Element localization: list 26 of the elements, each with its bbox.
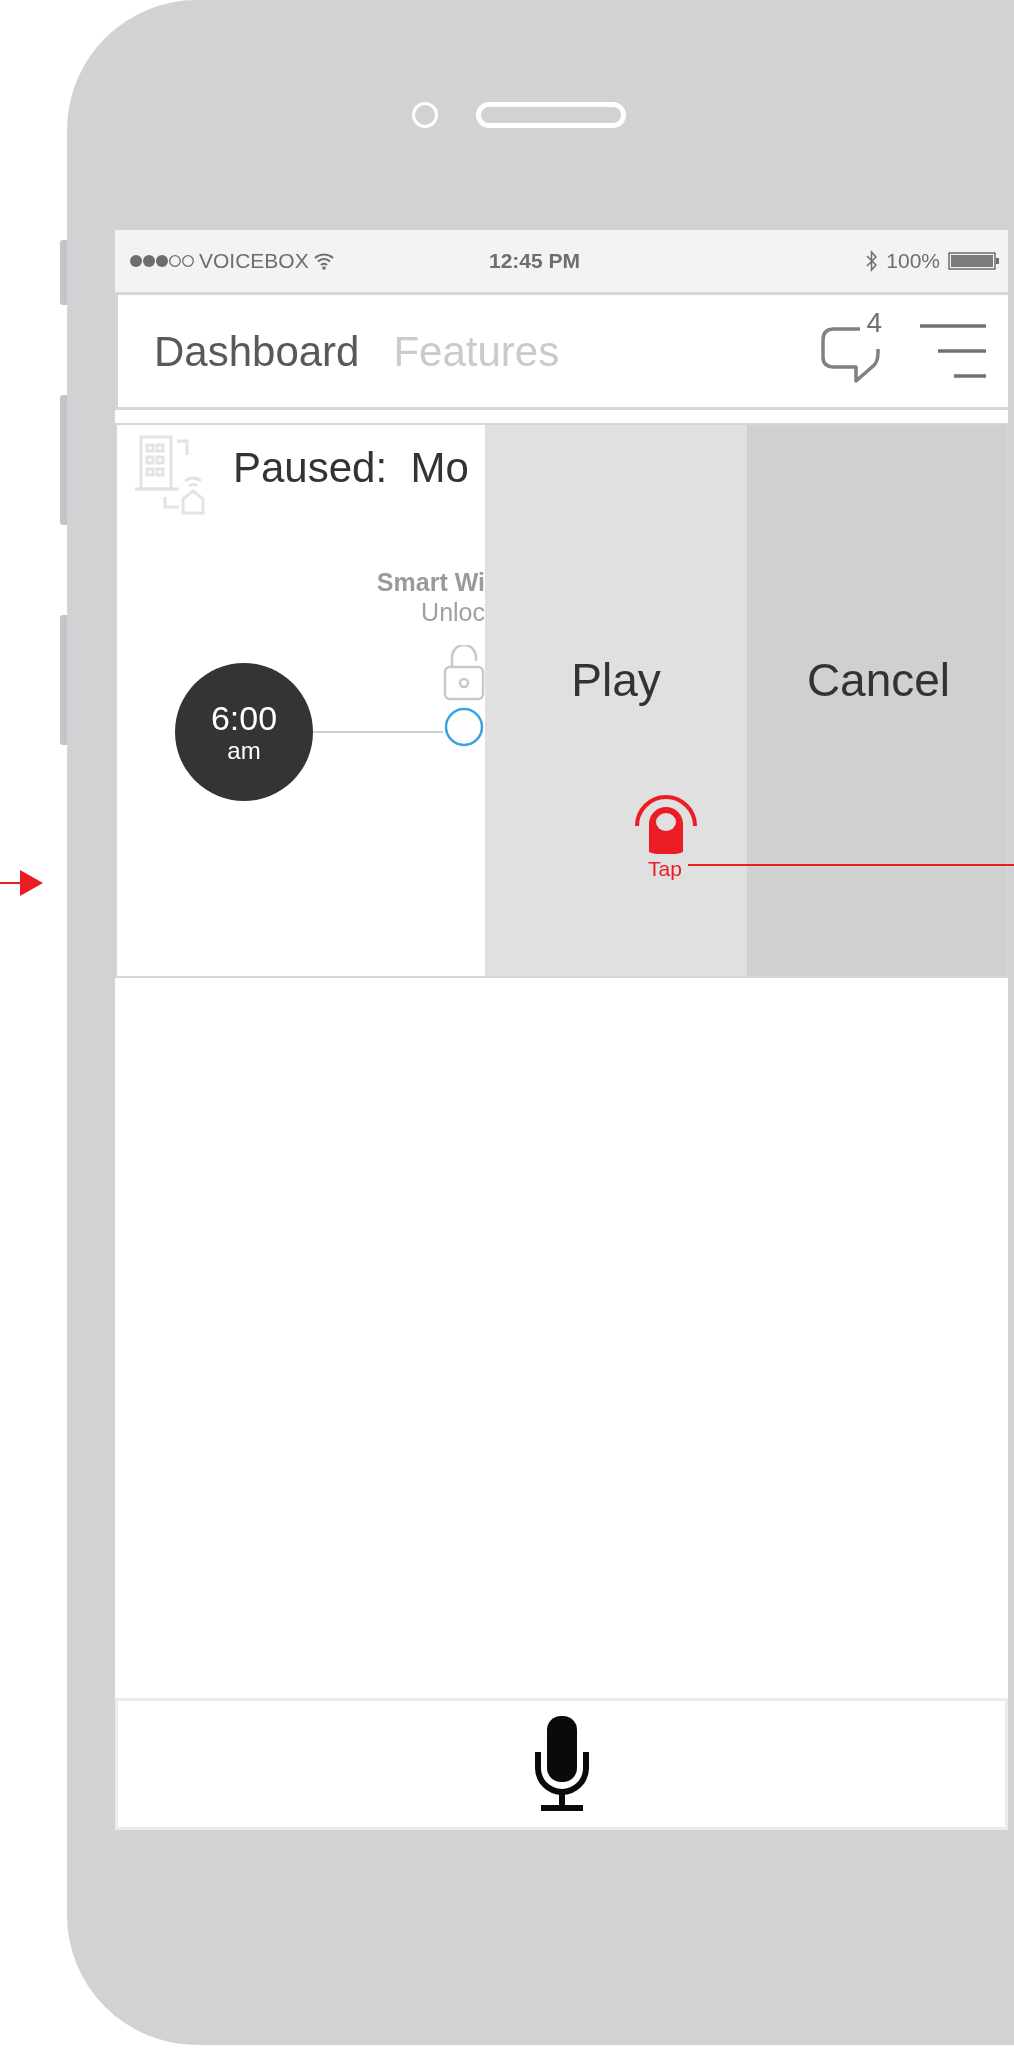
speaker-icon <box>476 102 626 128</box>
tab[interactable]: Dashboard <box>154 319 360 383</box>
menu-button[interactable] <box>918 323 988 379</box>
wifi-icon <box>312 252 335 270</box>
bluetooth-icon <box>866 250 879 272</box>
tap-gesture-icon <box>634 794 698 854</box>
notifications-button[interactable]: 4 <box>820 309 882 393</box>
battery-percent: 100% <box>886 248 940 275</box>
step-action: Unloc <box>421 597 485 627</box>
period-text: am <box>227 739 261 763</box>
status-time: 12:45 PM <box>489 248 581 275</box>
arrow-drawing <box>0 870 43 896</box>
microphone-icon[interactable] <box>534 1716 589 1812</box>
swipe-action-button[interactable]: Cancel <box>747 425 1006 976</box>
routine-title: Paused: Mo <box>233 442 469 493</box>
building-home-icon <box>135 435 207 515</box>
tap-label: Tap <box>648 856 682 882</box>
camera-icon <box>412 102 438 128</box>
notification-count: 4 <box>866 309 882 337</box>
battery-icon <box>948 252 1000 270</box>
timeline-node <box>444 707 484 747</box>
step-title: Smart Wi <box>376 567 485 597</box>
unlocked-padlock-icon <box>443 645 485 701</box>
carrier-name: VOICEBOX <box>199 248 309 275</box>
time-text: 6:00 <box>210 701 278 735</box>
signal-icon <box>129 254 195 268</box>
